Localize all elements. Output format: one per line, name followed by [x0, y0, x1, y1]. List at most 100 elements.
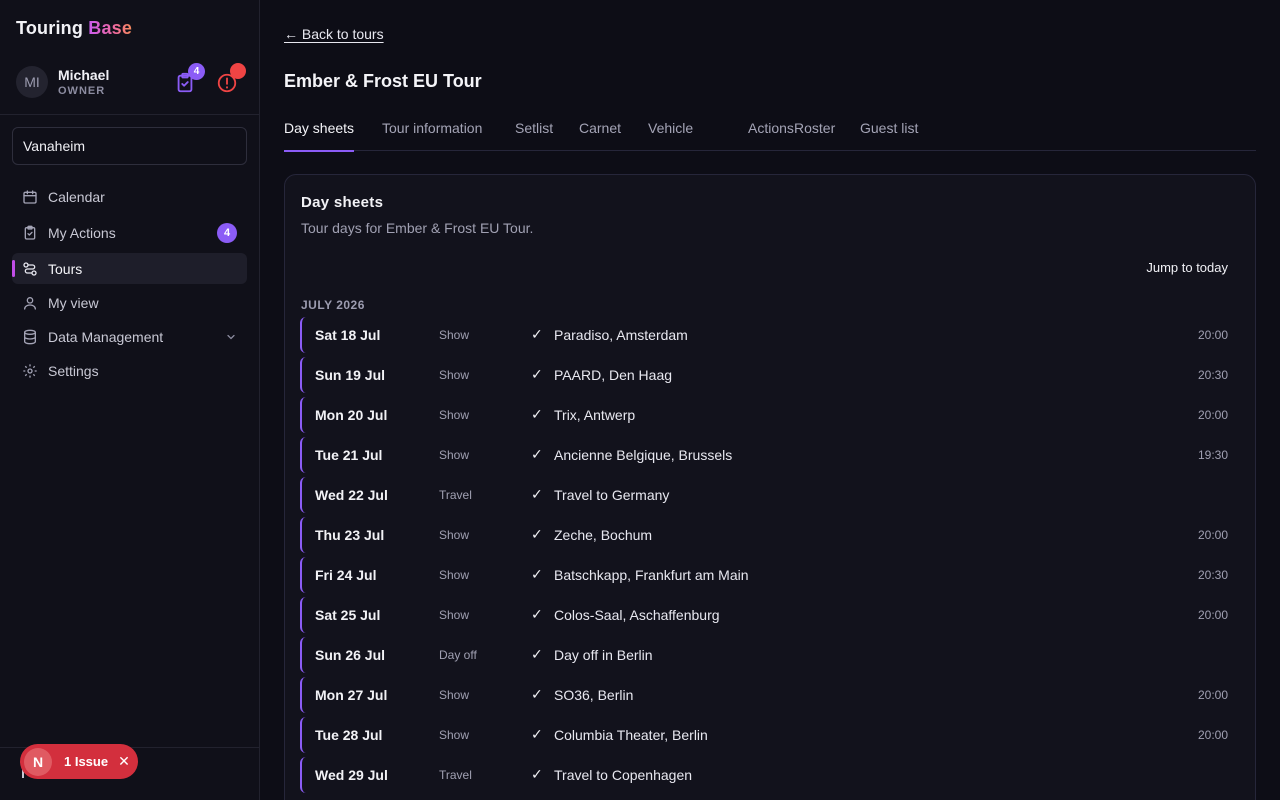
actions-count-badge: 4 — [188, 63, 205, 80]
day-date: Sat 25 Jul — [315, 607, 381, 623]
tab-roster[interactable]: Roster — [794, 120, 835, 151]
tab-actions[interactable]: Actions — [748, 120, 794, 151]
day-venue: Colos-Saal, Aschaffenburg — [554, 607, 720, 623]
check-icon: ✓ — [531, 406, 543, 422]
sidebar-item-label: Tours — [48, 260, 83, 277]
close-icon[interactable]: ✕ — [118, 753, 130, 770]
check-icon: ✓ — [531, 686, 543, 702]
day-type: Travel — [439, 488, 472, 502]
avatar[interactable]: MI — [16, 66, 48, 98]
check-icon: ✓ — [531, 486, 543, 502]
sidebar-item-settings[interactable]: Settings — [12, 355, 247, 386]
day-time: 20:00 — [1197, 728, 1228, 742]
day-sheets-card: Day sheets Tour days for Ember & Frost E… — [284, 174, 1256, 800]
day-type: Show — [439, 408, 470, 422]
day-row[interactable]: Sun 26 Jul Day off ✓ Day off in Berlin — [300, 637, 1230, 673]
check-icon: ✓ — [531, 766, 543, 782]
route-icon — [22, 261, 38, 277]
day-row[interactable]: Sat 18 Jul Show ✓ Paradiso, Amsterdam 20… — [300, 317, 1230, 353]
check-icon: ✓ — [531, 446, 543, 462]
tab-setlist[interactable]: Setlist — [515, 120, 553, 151]
day-time: 20:30 — [1197, 368, 1228, 382]
card-title: Day sheets — [301, 194, 384, 211]
day-type: Travel — [439, 768, 472, 782]
day-venue: SO36, Berlin — [554, 687, 634, 703]
sidebar-item-tours[interactable]: Tours — [12, 253, 247, 284]
tab-day-sheets[interactable]: Day sheets — [284, 120, 355, 152]
clipboard-check-icon — [22, 225, 38, 241]
user-name: Michael — [58, 67, 110, 83]
day-venue: Paradiso, Amsterdam — [554, 327, 688, 343]
day-row[interactable]: Mon 20 Jul Show ✓ Trix, Antwerp 20:00 — [300, 397, 1230, 433]
framework-logo-icon: N — [24, 747, 52, 776]
day-venue: Zeche, Bochum — [554, 527, 653, 543]
check-icon: ✓ — [531, 366, 543, 382]
sidebar: Touring Base MI Michael OWNER 4 Vanaheim… — [0, 0, 260, 800]
day-date: Mon 20 Jul — [315, 407, 388, 423]
user-icon — [22, 295, 38, 311]
day-row[interactable]: Fri 24 Jul Show ✓ Batschkapp, Frankfurt … — [300, 557, 1230, 593]
sidebar-item-label: Settings — [48, 362, 99, 379]
day-date: Wed 29 Jul — [315, 767, 388, 783]
day-date: Wed 22 Jul — [315, 487, 388, 503]
day-venue: PAARD, Den Haag — [554, 367, 673, 383]
check-icon: ✓ — [531, 606, 543, 622]
check-icon: ✓ — [531, 646, 543, 662]
database-icon — [22, 329, 38, 345]
day-date: Mon 27 Jul — [315, 687, 388, 703]
chevron-down-icon[interactable] — [225, 330, 237, 342]
my-actions-count-badge: 4 — [217, 223, 237, 243]
check-icon: ✓ — [531, 326, 543, 342]
day-row[interactable]: Mon 27 Jul Show ✓ SO36, Berlin 20:00 — [300, 677, 1230, 713]
day-type: Show — [439, 608, 470, 622]
month-heading: JULY 2026 — [301, 298, 365, 312]
sidebar-item-my-actions[interactable]: My Actions 4 — [12, 217, 247, 248]
day-row[interactable]: Wed 29 Jul Travel ✓ Travel to Copenhagen — [300, 757, 1230, 793]
issue-count-label: 1 Issue — [64, 754, 109, 769]
tab-carnet[interactable]: Carnet — [579, 120, 621, 151]
day-venue: Travel to Copenhagen — [554, 767, 693, 783]
tab-bar: Day sheets Tour information Setlist Carn… — [284, 120, 1256, 152]
user-role: OWNER — [58, 85, 106, 97]
issue-indicator-dot — [230, 63, 246, 79]
sidebar-item-label: Data Management — [48, 328, 164, 345]
user-panel: MI Michael OWNER 4 — [16, 63, 246, 100]
day-time: 20:30 — [1197, 568, 1228, 582]
day-type: Show — [439, 728, 470, 742]
sidebar-item-calendar[interactable]: Calendar — [12, 181, 247, 212]
check-icon: ✓ — [531, 526, 543, 542]
day-venue: Trix, Antwerp — [554, 407, 636, 423]
sidebar-item-data-management[interactable]: Data Management — [12, 321, 247, 352]
day-row[interactable]: Tue 28 Jul Show ✓ Columbia Theater, Berl… — [300, 717, 1230, 753]
sidebar-item-label: Calendar — [48, 188, 105, 205]
jump-to-today-button[interactable]: Jump to today — [1146, 260, 1228, 275]
back-to-tours-link[interactable]: ← Back to tours — [284, 26, 384, 42]
day-row[interactable]: Sat 25 Jul Show ✓ Colos-Saal, Aschaffenb… — [300, 597, 1230, 633]
workspace-selector[interactable]: Vanaheim — [12, 127, 247, 165]
day-time: 19:30 — [1197, 448, 1228, 462]
issues-toast[interactable]: N 1 Issue ✕ — [20, 744, 138, 779]
day-row[interactable]: Sun 19 Jul Show ✓ PAARD, Den Haag 20:30 — [300, 357, 1230, 393]
calendar-icon — [22, 189, 38, 205]
brand-name-part2: Base — [88, 18, 133, 38]
day-date: Thu 23 Jul — [315, 527, 385, 543]
day-row[interactable]: Thu 23 Jul Show ✓ Zeche, Bochum 20:00 — [300, 517, 1230, 553]
day-time: 20:00 — [1197, 688, 1228, 702]
check-icon: ✓ — [531, 726, 543, 742]
card-subtitle: Tour days for Ember & Frost EU Tour. — [301, 220, 534, 236]
tab-vehicle[interactable]: Vehicle — [648, 120, 693, 151]
day-venue: Day off in Berlin — [554, 647, 653, 663]
day-row[interactable]: Wed 22 Jul Travel ✓ Travel to Germany — [300, 477, 1230, 513]
day-type: Show — [439, 688, 470, 702]
brand-logo[interactable]: Touring Base — [16, 18, 132, 39]
sidebar-item-my-view[interactable]: My view — [12, 287, 247, 318]
day-date: Tue 28 Jul — [315, 727, 383, 743]
day-time: 20:00 — [1197, 328, 1228, 342]
day-type: Show — [439, 368, 470, 382]
day-date: Fri 24 Jul — [315, 567, 377, 583]
tab-tour-information[interactable]: Tour information — [382, 120, 482, 151]
day-date: Sun 26 Jul — [315, 647, 386, 663]
day-venue: Travel to Germany — [554, 487, 670, 503]
day-row[interactable]: Tue 21 Jul Show ✓ Ancienne Belgique, Bru… — [300, 437, 1230, 473]
tab-guest-list[interactable]: Guest list — [860, 120, 918, 151]
